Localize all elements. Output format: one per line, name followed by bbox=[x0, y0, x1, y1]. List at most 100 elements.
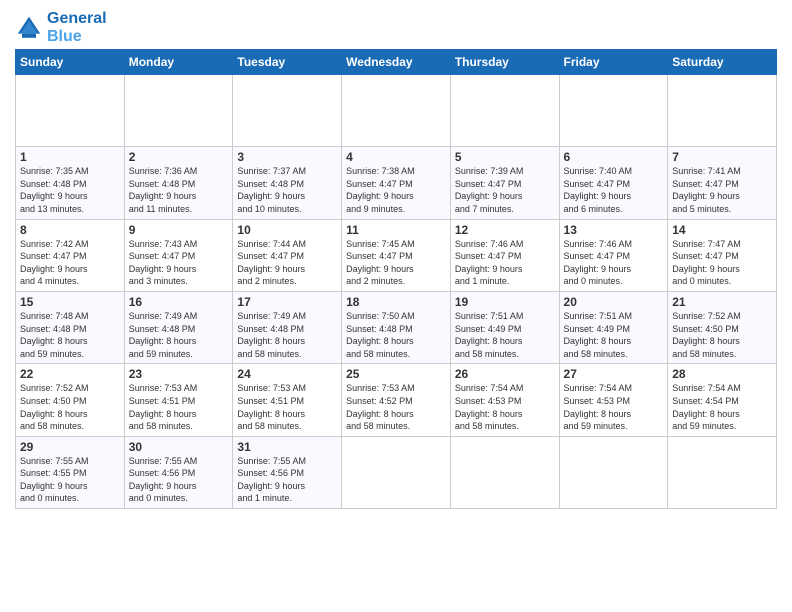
calendar-cell: 19Sunrise: 7:51 AM Sunset: 4:49 PM Dayli… bbox=[450, 291, 559, 363]
calendar-cell: 4Sunrise: 7:38 AM Sunset: 4:47 PM Daylig… bbox=[342, 147, 451, 219]
day-info: Sunrise: 7:38 AM Sunset: 4:47 PM Dayligh… bbox=[346, 165, 446, 215]
day-number: 4 bbox=[346, 150, 446, 164]
calendar-cell: 16Sunrise: 7:49 AM Sunset: 4:48 PM Dayli… bbox=[124, 291, 233, 363]
day-info: Sunrise: 7:48 AM Sunset: 4:48 PM Dayligh… bbox=[20, 310, 120, 360]
day-number: 22 bbox=[20, 367, 120, 381]
day-info: Sunrise: 7:47 AM Sunset: 4:47 PM Dayligh… bbox=[672, 238, 772, 288]
calendar-cell: 23Sunrise: 7:53 AM Sunset: 4:51 PM Dayli… bbox=[124, 364, 233, 436]
col-header-saturday: Saturday bbox=[668, 50, 777, 75]
day-number: 12 bbox=[455, 223, 555, 237]
day-number: 21 bbox=[672, 295, 772, 309]
day-number: 14 bbox=[672, 223, 772, 237]
day-number: 23 bbox=[129, 367, 229, 381]
day-number: 16 bbox=[129, 295, 229, 309]
calendar-cell: 22Sunrise: 7:52 AM Sunset: 4:50 PM Dayli… bbox=[16, 364, 125, 436]
logo-text: General Blue bbox=[47, 10, 107, 45]
calendar-cell: 30Sunrise: 7:55 AM Sunset: 4:56 PM Dayli… bbox=[124, 436, 233, 508]
col-header-sunday: Sunday bbox=[16, 50, 125, 75]
day-info: Sunrise: 7:36 AM Sunset: 4:48 PM Dayligh… bbox=[129, 165, 229, 215]
day-info: Sunrise: 7:39 AM Sunset: 4:47 PM Dayligh… bbox=[455, 165, 555, 215]
calendar-cell bbox=[233, 75, 342, 147]
week-row: 15Sunrise: 7:48 AM Sunset: 4:48 PM Dayli… bbox=[16, 291, 777, 363]
day-info: Sunrise: 7:43 AM Sunset: 4:47 PM Dayligh… bbox=[129, 238, 229, 288]
day-number: 31 bbox=[237, 440, 337, 454]
day-info: Sunrise: 7:41 AM Sunset: 4:47 PM Dayligh… bbox=[672, 165, 772, 215]
calendar-cell bbox=[124, 75, 233, 147]
calendar-cell: 13Sunrise: 7:46 AM Sunset: 4:47 PM Dayli… bbox=[559, 219, 668, 291]
header: General Blue bbox=[15, 10, 777, 45]
calendar-cell: 10Sunrise: 7:44 AM Sunset: 4:47 PM Dayli… bbox=[233, 219, 342, 291]
calendar-cell: 8Sunrise: 7:42 AM Sunset: 4:47 PM Daylig… bbox=[16, 219, 125, 291]
day-info: Sunrise: 7:49 AM Sunset: 4:48 PM Dayligh… bbox=[237, 310, 337, 360]
day-number: 19 bbox=[455, 295, 555, 309]
day-number: 30 bbox=[129, 440, 229, 454]
calendar-cell: 27Sunrise: 7:54 AM Sunset: 4:53 PM Dayli… bbox=[559, 364, 668, 436]
week-row: 8Sunrise: 7:42 AM Sunset: 4:47 PM Daylig… bbox=[16, 219, 777, 291]
day-info: Sunrise: 7:53 AM Sunset: 4:51 PM Dayligh… bbox=[237, 382, 337, 432]
calendar-cell: 25Sunrise: 7:53 AM Sunset: 4:52 PM Dayli… bbox=[342, 364, 451, 436]
calendar-cell: 21Sunrise: 7:52 AM Sunset: 4:50 PM Dayli… bbox=[668, 291, 777, 363]
calendar-cell: 28Sunrise: 7:54 AM Sunset: 4:54 PM Dayli… bbox=[668, 364, 777, 436]
calendar-cell: 3Sunrise: 7:37 AM Sunset: 4:48 PM Daylig… bbox=[233, 147, 342, 219]
day-info: Sunrise: 7:35 AM Sunset: 4:48 PM Dayligh… bbox=[20, 165, 120, 215]
day-number: 1 bbox=[20, 150, 120, 164]
day-info: Sunrise: 7:37 AM Sunset: 4:48 PM Dayligh… bbox=[237, 165, 337, 215]
day-number: 7 bbox=[672, 150, 772, 164]
calendar-cell: 12Sunrise: 7:46 AM Sunset: 4:47 PM Dayli… bbox=[450, 219, 559, 291]
day-info: Sunrise: 7:46 AM Sunset: 4:47 PM Dayligh… bbox=[564, 238, 664, 288]
week-row: 22Sunrise: 7:52 AM Sunset: 4:50 PM Dayli… bbox=[16, 364, 777, 436]
day-number: 8 bbox=[20, 223, 120, 237]
calendar-cell: 24Sunrise: 7:53 AM Sunset: 4:51 PM Dayli… bbox=[233, 364, 342, 436]
logo: General Blue bbox=[15, 10, 107, 45]
day-info: Sunrise: 7:44 AM Sunset: 4:47 PM Dayligh… bbox=[237, 238, 337, 288]
day-number: 15 bbox=[20, 295, 120, 309]
day-info: Sunrise: 7:54 AM Sunset: 4:53 PM Dayligh… bbox=[564, 382, 664, 432]
calendar-cell: 7Sunrise: 7:41 AM Sunset: 4:47 PM Daylig… bbox=[668, 147, 777, 219]
logo-icon bbox=[15, 14, 43, 42]
day-number: 10 bbox=[237, 223, 337, 237]
calendar-cell: 31Sunrise: 7:55 AM Sunset: 4:56 PM Dayli… bbox=[233, 436, 342, 508]
day-info: Sunrise: 7:53 AM Sunset: 4:52 PM Dayligh… bbox=[346, 382, 446, 432]
col-header-thursday: Thursday bbox=[450, 50, 559, 75]
day-info: Sunrise: 7:51 AM Sunset: 4:49 PM Dayligh… bbox=[564, 310, 664, 360]
day-number: 18 bbox=[346, 295, 446, 309]
calendar-cell: 14Sunrise: 7:47 AM Sunset: 4:47 PM Dayli… bbox=[668, 219, 777, 291]
day-number: 26 bbox=[455, 367, 555, 381]
day-number: 6 bbox=[564, 150, 664, 164]
calendar-cell bbox=[450, 75, 559, 147]
day-info: Sunrise: 7:46 AM Sunset: 4:47 PM Dayligh… bbox=[455, 238, 555, 288]
col-header-wednesday: Wednesday bbox=[342, 50, 451, 75]
day-info: Sunrise: 7:54 AM Sunset: 4:53 PM Dayligh… bbox=[455, 382, 555, 432]
day-info: Sunrise: 7:55 AM Sunset: 4:56 PM Dayligh… bbox=[129, 455, 229, 505]
day-number: 3 bbox=[237, 150, 337, 164]
day-info: Sunrise: 7:52 AM Sunset: 4:50 PM Dayligh… bbox=[672, 310, 772, 360]
calendar-cell: 20Sunrise: 7:51 AM Sunset: 4:49 PM Dayli… bbox=[559, 291, 668, 363]
calendar-cell: 17Sunrise: 7:49 AM Sunset: 4:48 PM Dayli… bbox=[233, 291, 342, 363]
calendar-cell: 29Sunrise: 7:55 AM Sunset: 4:55 PM Dayli… bbox=[16, 436, 125, 508]
day-info: Sunrise: 7:49 AM Sunset: 4:48 PM Dayligh… bbox=[129, 310, 229, 360]
day-number: 11 bbox=[346, 223, 446, 237]
col-header-monday: Monday bbox=[124, 50, 233, 75]
calendar-cell bbox=[16, 75, 125, 147]
page-container: General Blue SundayMondayTuesdayWednesda… bbox=[0, 0, 792, 519]
day-info: Sunrise: 7:53 AM Sunset: 4:51 PM Dayligh… bbox=[129, 382, 229, 432]
calendar-cell: 2Sunrise: 7:36 AM Sunset: 4:48 PM Daylig… bbox=[124, 147, 233, 219]
day-info: Sunrise: 7:50 AM Sunset: 4:48 PM Dayligh… bbox=[346, 310, 446, 360]
day-info: Sunrise: 7:54 AM Sunset: 4:54 PM Dayligh… bbox=[672, 382, 772, 432]
calendar-cell bbox=[668, 75, 777, 147]
day-number: 5 bbox=[455, 150, 555, 164]
day-number: 24 bbox=[237, 367, 337, 381]
day-number: 28 bbox=[672, 367, 772, 381]
calendar-cell bbox=[559, 75, 668, 147]
day-info: Sunrise: 7:55 AM Sunset: 4:56 PM Dayligh… bbox=[237, 455, 337, 505]
week-row: 1Sunrise: 7:35 AM Sunset: 4:48 PM Daylig… bbox=[16, 147, 777, 219]
day-number: 29 bbox=[20, 440, 120, 454]
day-info: Sunrise: 7:40 AM Sunset: 4:47 PM Dayligh… bbox=[564, 165, 664, 215]
day-info: Sunrise: 7:52 AM Sunset: 4:50 PM Dayligh… bbox=[20, 382, 120, 432]
calendar-cell: 6Sunrise: 7:40 AM Sunset: 4:47 PM Daylig… bbox=[559, 147, 668, 219]
calendar-cell: 11Sunrise: 7:45 AM Sunset: 4:47 PM Dayli… bbox=[342, 219, 451, 291]
calendar-cell: 26Sunrise: 7:54 AM Sunset: 4:53 PM Dayli… bbox=[450, 364, 559, 436]
calendar-table: SundayMondayTuesdayWednesdayThursdayFrid… bbox=[15, 49, 777, 509]
day-number: 13 bbox=[564, 223, 664, 237]
day-info: Sunrise: 7:51 AM Sunset: 4:49 PM Dayligh… bbox=[455, 310, 555, 360]
